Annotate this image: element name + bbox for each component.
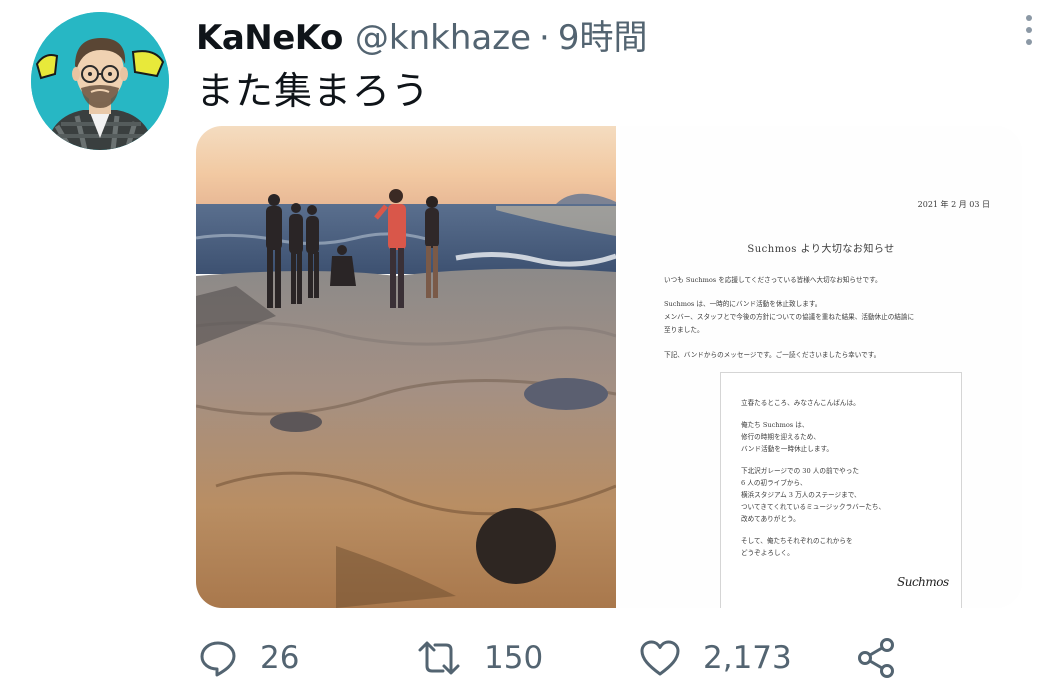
message-line: 改めてありがとう。 [741,515,800,523]
document-paragraph: Suchmos は、一時的にバンド活動を休止致します。 メンバー、スタッフとで今… [664,298,994,337]
tweet-actions: 26 150 2,173 [196,632,916,684]
document-line: 下記、バンドからのメッセージです。ご一読くださいましたら幸いです。 [664,351,881,359]
document-signature: Suchmos [897,575,949,589]
document-line: 至りました。 [664,326,704,334]
document-message-box: 立春たるところ、みなさんこんばんは。 俺たち Suchmos は、 修行の時期を… [720,372,962,608]
message-line: ついてきてくれているミュージックラバーたち、 [741,503,886,511]
beach-sunset-photo [196,126,616,608]
like-button[interactable]: 2,173 [639,632,792,684]
tweet-header: KaNeKo @knkhaze · 9時間 [196,10,647,58]
tweet-text: また集まろう [196,69,431,113]
more-dot [1026,27,1032,33]
reply-button[interactable]: 26 [198,632,299,684]
document-line: Suchmos は、一時的にバンド活動を休止致します。 [664,300,822,308]
document-line: メンバー、スタッフとで今後の方針についての協議を重ねた結果、活動休止の結論に [664,313,915,321]
retweet-icon [418,641,460,675]
more-dot [1026,15,1032,21]
heart-icon [640,640,680,676]
header-separator: · [539,18,550,58]
share-button[interactable] [856,632,898,684]
avatar[interactable] [31,12,169,150]
reply-count: 26 [260,640,300,676]
message-line: 6 人の初ライブから、 [741,479,807,487]
message-line: どうぞよろしく。 [741,549,794,557]
reply-icon [200,641,236,677]
more-dot [1026,39,1032,45]
like-count: 2,173 [703,640,792,676]
document-paragraph: 下記、バンドからのメッセージです。ご一読くださいましたら幸いです。 [664,349,994,362]
more-vertical-icon[interactable] [1016,10,1042,50]
avatar-illustration [31,12,169,150]
media-photo[interactable] [196,126,616,608]
media-announcement-document[interactable]: 2021 年 2 月 03 日 Suchmos より大切なお知らせ いつも Su… [620,126,1022,608]
retweet-button[interactable]: 150 [416,632,543,684]
user-handle[interactable]: @knkhaze [355,18,531,58]
retweet-count: 150 [484,640,544,676]
document-date: 2021 年 2 月 03 日 [917,200,990,209]
display-name[interactable]: KaNeKo [196,18,343,58]
share-icon [858,638,894,678]
tweet-timestamp[interactable]: 9時間 [558,10,648,59]
document-paragraph: いつも Suchmos を応援してくださっている皆様へ大切なお知らせです。 [664,274,994,287]
message-line: そして、俺たちそれぞれのこれからを [741,537,853,545]
message-line: 修行の時期を迎えるため、 [741,433,820,441]
message-line: バンド活動を一時休止します。 [741,445,833,453]
document-line: いつも Suchmos を応援してくださっている皆様へ大切なお知らせです。 [664,276,882,284]
document-title: Suchmos より大切なお知らせ [747,244,895,255]
message-line: 横浜スタジアム 3 万人のステージまで、 [741,491,861,499]
message-line: 立春たるところ、みなさんこんばんは。 [741,399,860,407]
tweet-card: KaNeKo @knkhaze · 9時間 また集まろう 2021 年 2 月 … [0,0,1056,689]
document-page: 2021 年 2 月 03 日 Suchmos より大切なお知らせ いつも Su… [620,126,1022,608]
media-grid: 2021 年 2 月 03 日 Suchmos より大切なお知らせ いつも Su… [196,126,1022,608]
message-line: 俺たち Suchmos は、 [741,421,809,429]
message-line: 下北沢ガレージでの 30 人の前でやった [741,467,859,475]
